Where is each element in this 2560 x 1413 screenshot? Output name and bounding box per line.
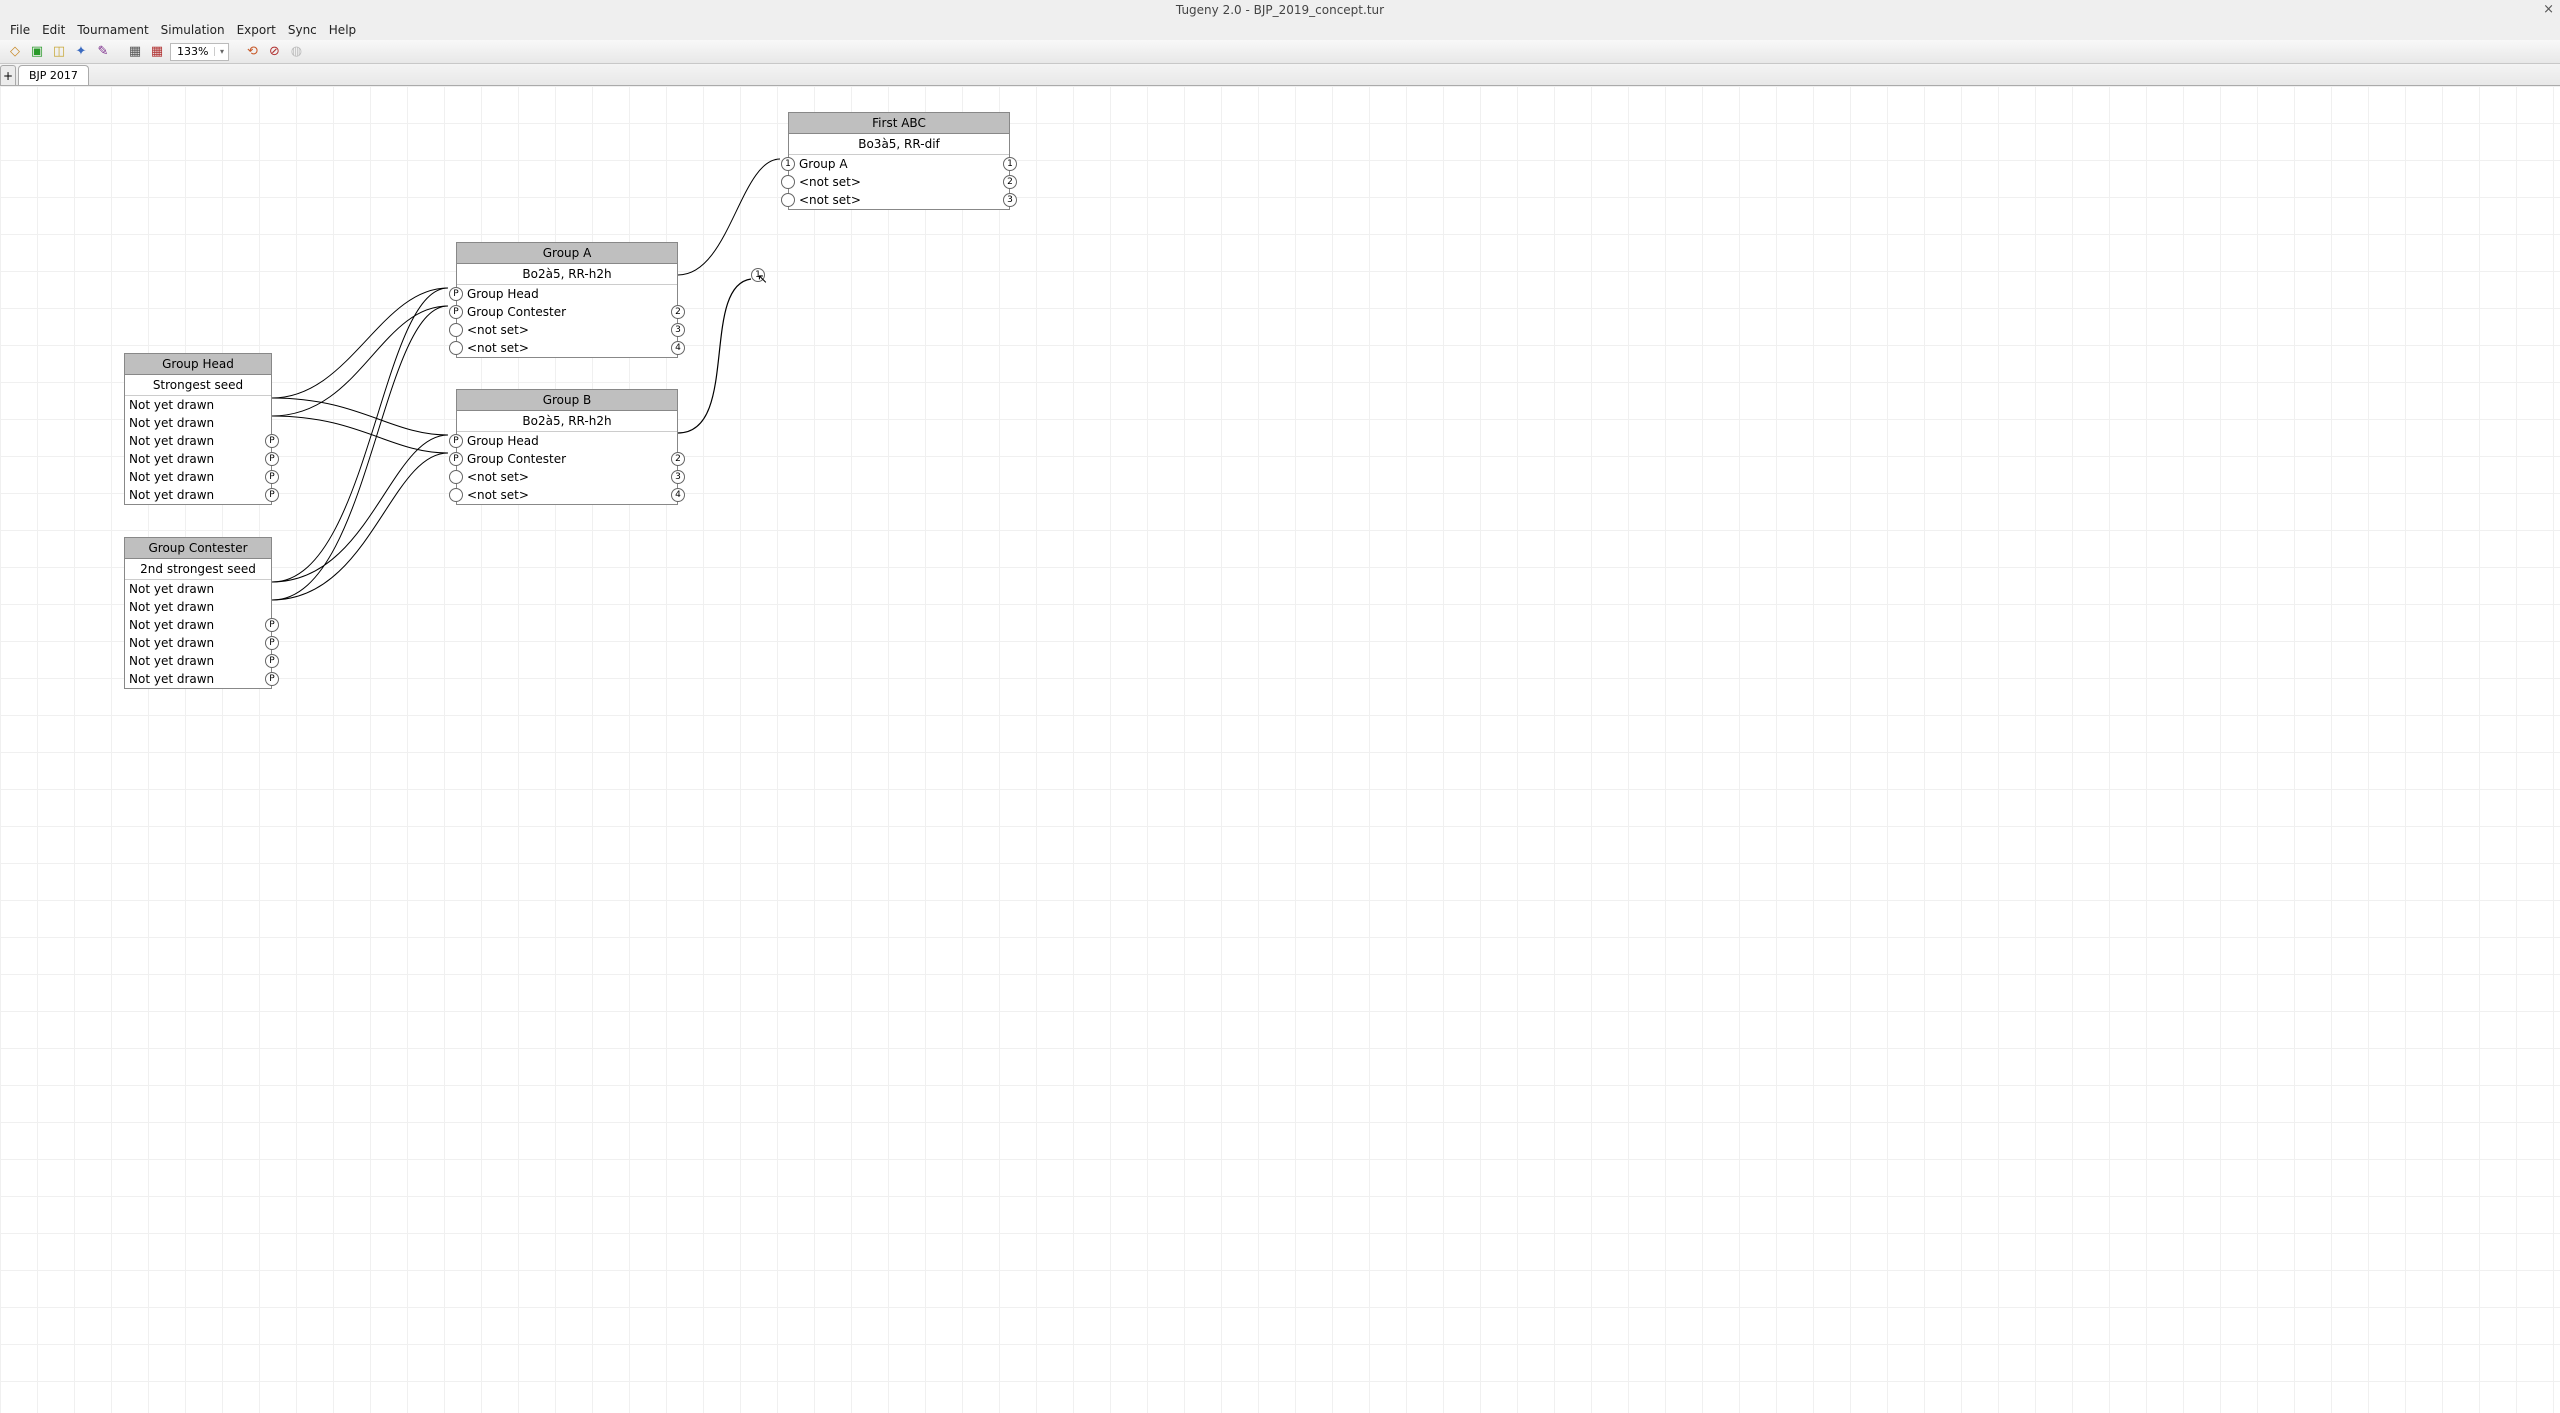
row: Not yet drawn	[125, 396, 271, 414]
node-subtitle: Bo3à5, RR-dif	[789, 134, 1009, 155]
node-first-abc[interactable]: First ABC Bo3à5, RR-dif 1Group A1 <not s…	[788, 112, 1010, 210]
window-close-button[interactable]: ×	[2543, 2, 2554, 17]
connection-lines	[0, 86, 2560, 1413]
tool-new-icon[interactable]: ◇	[6, 43, 24, 61]
row: Not yet drawnP	[125, 468, 271, 486]
row: <not set>4	[457, 486, 677, 504]
row: <not set>3	[457, 468, 677, 486]
port-out-icon[interactable]: P	[265, 434, 279, 448]
port-out-icon[interactable]: P	[265, 654, 279, 668]
port-out-icon[interactable]: 2	[671, 305, 685, 319]
node-group-head[interactable]: Group Head Strongest seed Not yet drawn …	[124, 353, 272, 505]
port-in-icon[interactable]	[781, 193, 795, 207]
tool-forbid-icon[interactable]: ⊘	[265, 43, 283, 61]
node-title: Group A	[457, 243, 677, 264]
node-subtitle: Bo2à5, RR-h2h	[457, 411, 677, 432]
menu-edit[interactable]: Edit	[36, 21, 71, 39]
node-group-a[interactable]: Group A Bo2à5, RR-h2h PGroup Head PGroup…	[456, 242, 678, 358]
tab-add-button[interactable]: +	[0, 65, 16, 85]
titlebar: Tugeny 2.0 - BJP_2019_concept.tur ×	[0, 0, 2560, 20]
row: <not set>3	[457, 321, 677, 339]
menu-tournament[interactable]: Tournament	[71, 21, 154, 39]
row: <not set>2	[789, 173, 1009, 191]
node-subtitle: Strongest seed	[125, 375, 271, 396]
row: PGroup Head	[457, 432, 677, 450]
port-out-icon[interactable]: P	[265, 470, 279, 484]
port-out-icon[interactable]: 3	[1003, 193, 1017, 207]
port-out-icon[interactable]: P	[265, 636, 279, 650]
port-out-icon[interactable]: 4	[671, 488, 685, 502]
tool-globe-icon[interactable]: ◍	[287, 43, 305, 61]
port-in-icon[interactable]: 1	[781, 157, 795, 171]
row: PGroup Head	[457, 285, 677, 303]
menu-sync[interactable]: Sync	[282, 21, 323, 39]
menu-export[interactable]: Export	[231, 21, 282, 39]
row: Not yet drawnP	[125, 634, 271, 652]
port-in-icon[interactable]: P	[449, 287, 463, 301]
menu-help[interactable]: Help	[323, 21, 362, 39]
tool-grid-icon[interactable]: ▦	[126, 43, 144, 61]
tool-add-group-icon[interactable]: ◫	[50, 43, 68, 61]
port-in-icon[interactable]	[781, 175, 795, 189]
window-title: Tugeny 2.0 - BJP_2019_concept.tur	[1176, 3, 1384, 17]
port-in-icon[interactable]	[449, 341, 463, 355]
row: Not yet drawnP	[125, 486, 271, 504]
cursor-icon: ↖	[757, 272, 768, 287]
tool-grid-red-icon[interactable]: ▦	[148, 43, 166, 61]
port-in-icon[interactable]: P	[449, 452, 463, 466]
node-title: Group Contester	[125, 538, 271, 559]
node-subtitle: 2nd strongest seed	[125, 559, 271, 580]
row: PGroup Contester2	[457, 303, 677, 321]
port-out-icon[interactable]: P	[265, 672, 279, 686]
row: <not set>4	[457, 339, 677, 357]
port-out-icon[interactable]: 4	[671, 341, 685, 355]
port-out-icon[interactable]: 2	[671, 452, 685, 466]
port-in-icon[interactable]	[449, 488, 463, 502]
tool-paint-icon[interactable]: ✎	[94, 43, 112, 61]
row: Not yet drawn	[125, 598, 271, 616]
tool-connect-icon[interactable]: ✦	[72, 43, 90, 61]
port-out-icon[interactable]: 2	[1003, 175, 1017, 189]
menubar: File Edit Tournament Simulation Export S…	[0, 20, 2560, 40]
port-out-icon[interactable]: P	[265, 618, 279, 632]
zoom-selector[interactable]: 133% ▾	[170, 43, 229, 61]
tool-add-node-icon[interactable]: ▣	[28, 43, 46, 61]
menu-file[interactable]: File	[4, 21, 36, 39]
tab-bjp2017[interactable]: BJP 2017	[18, 65, 89, 85]
row: Not yet drawnP	[125, 652, 271, 670]
port-in-icon[interactable]	[449, 470, 463, 484]
port-out-icon[interactable]: 3	[671, 470, 685, 484]
port-out-icon[interactable]: P	[265, 488, 279, 502]
port-out-icon[interactable]: 1	[1003, 157, 1017, 171]
row: Not yet drawn	[125, 580, 271, 598]
node-title: First ABC	[789, 113, 1009, 134]
zoom-value: 133%	[171, 45, 214, 58]
node-subtitle: Bo2à5, RR-h2h	[457, 264, 677, 285]
node-title: Group B	[457, 390, 677, 411]
row: Not yet drawn	[125, 414, 271, 432]
node-group-b[interactable]: Group B Bo2à5, RR-h2h PGroup Head PGroup…	[456, 389, 678, 505]
row: Not yet drawnP	[125, 450, 271, 468]
row: Not yet drawnP	[125, 432, 271, 450]
row: 1Group A1	[789, 155, 1009, 173]
row: Not yet drawnP	[125, 670, 271, 688]
tool-unlink-icon[interactable]: ⟲	[243, 43, 261, 61]
tabbar: + BJP 2017	[0, 64, 2560, 86]
toolbar: ◇ ▣ ◫ ✦ ✎ ▦ ▦ 133% ▾ ⟲ ⊘ ◍	[0, 40, 2560, 64]
row: <not set>3	[789, 191, 1009, 209]
canvas[interactable]: Group Head Strongest seed Not yet drawn …	[0, 86, 2560, 1413]
row: PGroup Contester2	[457, 450, 677, 468]
port-in-icon[interactable]	[449, 323, 463, 337]
tab-label: BJP 2017	[29, 69, 78, 82]
menu-simulation[interactable]: Simulation	[155, 21, 231, 39]
node-group-contester[interactable]: Group Contester 2nd strongest seed Not y…	[124, 537, 272, 689]
port-in-icon[interactable]: P	[449, 434, 463, 448]
row: Not yet drawnP	[125, 616, 271, 634]
port-out-icon[interactable]: P	[265, 452, 279, 466]
zoom-dropdown-icon[interactable]: ▾	[214, 47, 228, 56]
node-title: Group Head	[125, 354, 271, 375]
canvas-wrap: Group Head Strongest seed Not yet drawn …	[0, 86, 2560, 1413]
port-out-icon[interactable]: 3	[671, 323, 685, 337]
port-in-icon[interactable]: P	[449, 305, 463, 319]
